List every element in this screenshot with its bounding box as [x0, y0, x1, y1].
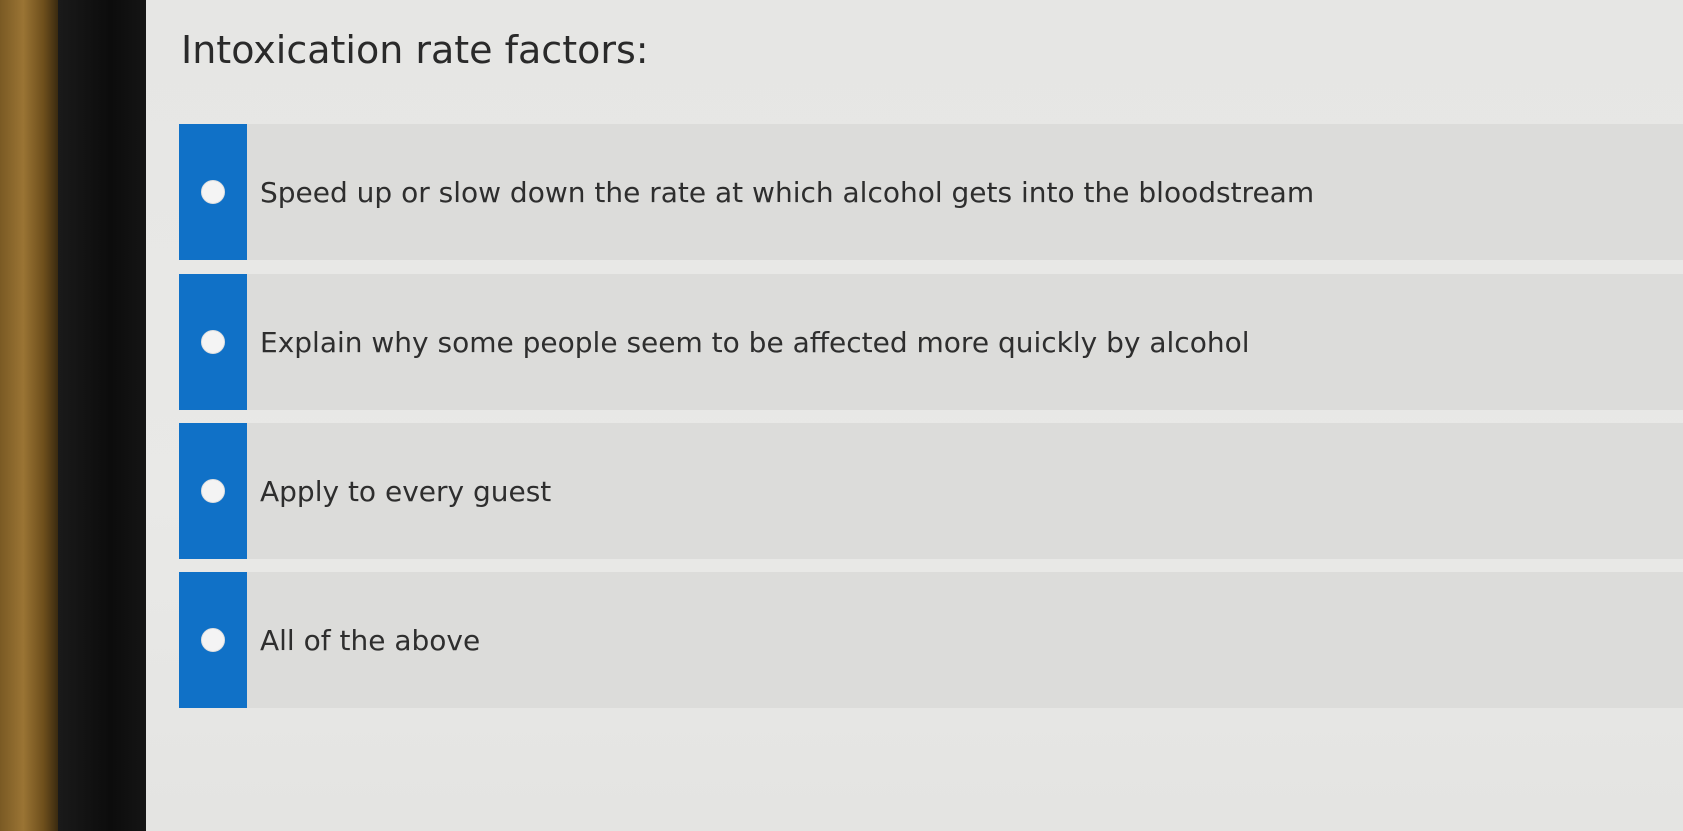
monitor-bezel — [58, 0, 146, 831]
option-label: Apply to every guest — [260, 474, 552, 508]
option-label: Speed up or slow down the rate at which … — [260, 175, 1315, 209]
option-label: All of the above — [260, 623, 481, 657]
option-marker — [179, 124, 247, 260]
option-marker — [179, 572, 247, 708]
desk-background — [0, 0, 58, 831]
radio-circle-icon[interactable] — [201, 479, 225, 503]
option-marker — [179, 423, 247, 559]
quiz-screen: Intoxication rate factors: Speed up or s… — [146, 0, 1683, 831]
radio-circle-icon[interactable] — [201, 628, 225, 652]
question-title: Intoxication rate factors: — [181, 28, 649, 72]
option-label: Explain why some people seem to be affec… — [260, 325, 1250, 359]
answer-option-4[interactable]: All of the above — [179, 572, 1683, 708]
answer-option-1[interactable]: Speed up or slow down the rate at which … — [179, 124, 1683, 260]
radio-circle-icon[interactable] — [201, 330, 225, 354]
radio-circle-icon[interactable] — [201, 180, 225, 204]
answer-option-3[interactable]: Apply to every guest — [179, 423, 1683, 559]
option-marker — [179, 274, 247, 410]
answer-option-2[interactable]: Explain why some people seem to be affec… — [179, 274, 1683, 410]
